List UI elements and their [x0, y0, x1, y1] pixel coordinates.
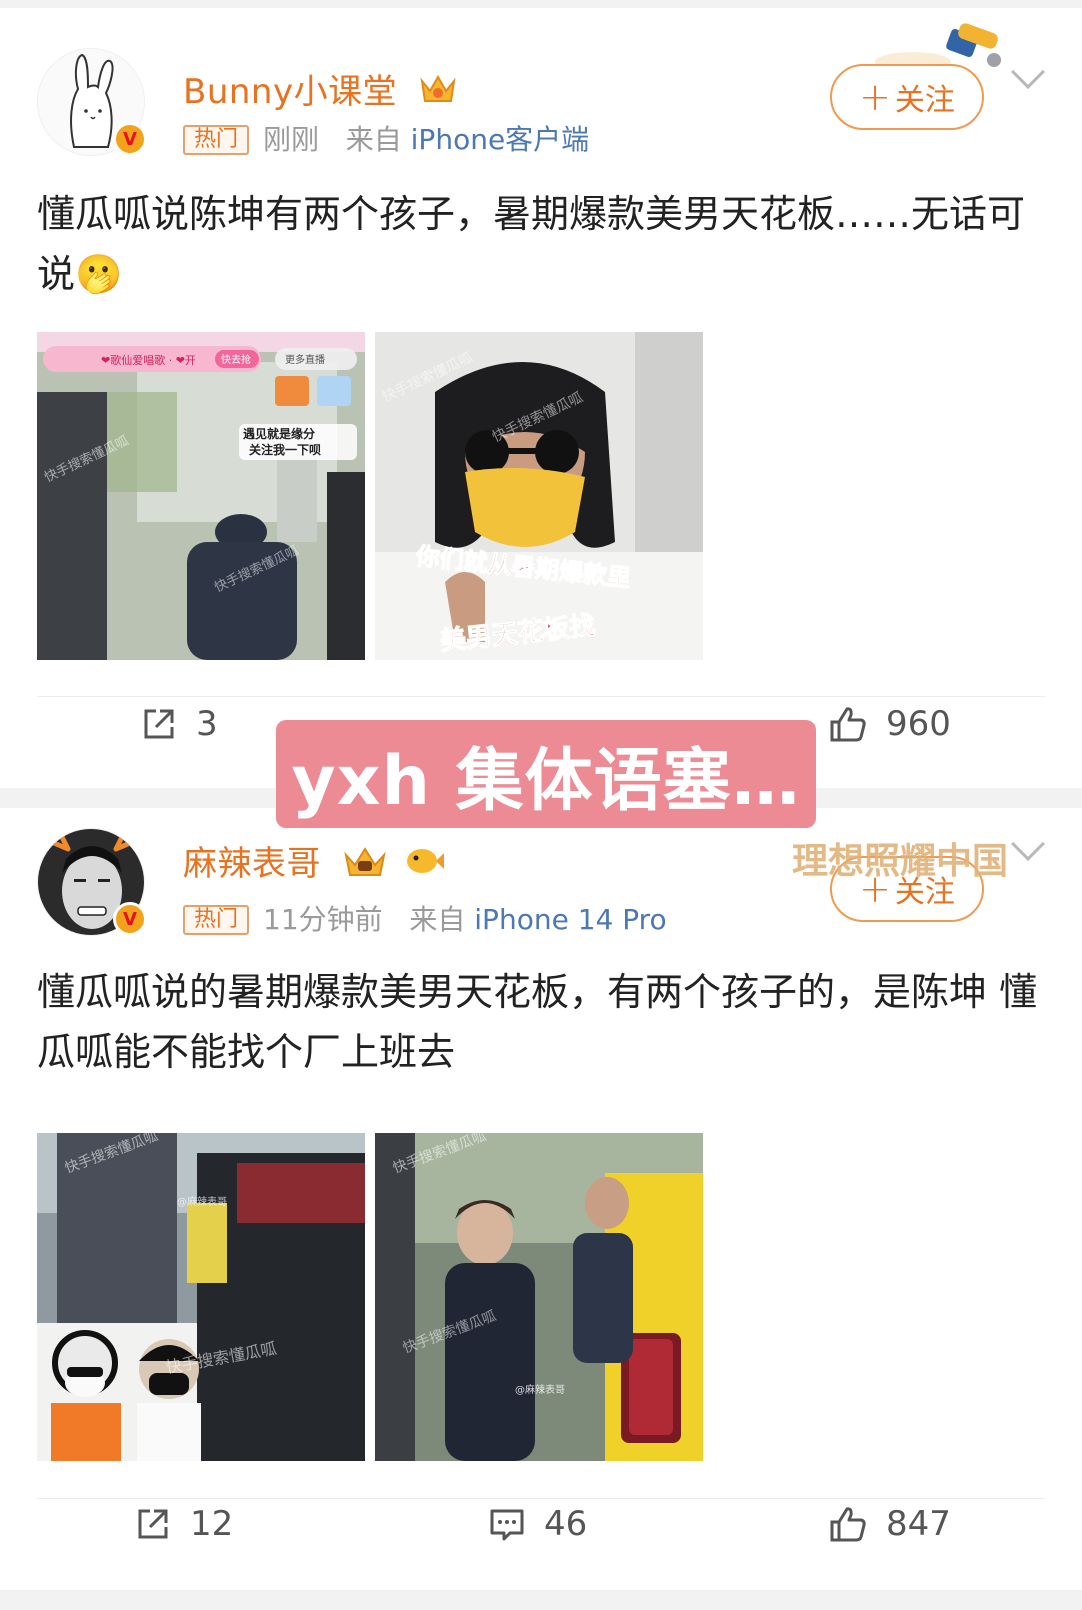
share-icon	[138, 1509, 168, 1539]
post-image[interactable]: ❤歌仙爱唱歌 · ❤开 快去抢 更多直播 遇见就是缘分 关注我一下呗 快手搜索懂…	[37, 332, 365, 660]
svg-text:更多直播: 更多直播	[285, 353, 325, 366]
source-prefix: 来自	[345, 123, 402, 156]
repost-count: 3	[196, 704, 218, 744]
post-text: 懂瓜呱说陈坤有两个孩子，暑期爆款美男天花板……无话可说🫢	[37, 192, 1026, 296]
verified-badge-icon: V	[113, 902, 147, 936]
like-button[interactable]: 960	[828, 704, 951, 744]
username-text[interactable]: 麻辣表哥	[183, 844, 321, 884]
username[interactable]: 麻辣表哥	[183, 836, 444, 888]
crown-badge-icon	[342, 843, 388, 888]
post-time: 刚刚	[263, 123, 320, 156]
comment-icon	[490, 1509, 524, 1541]
post-meta: 热门 刚刚 来自 iPhone客户端	[183, 118, 589, 158]
username-text[interactable]: Bunny小课堂	[183, 72, 397, 112]
source-link[interactable]: iPhone客户端	[411, 123, 590, 156]
repost-count: 12	[190, 1504, 234, 1544]
post-image[interactable]: 快手搜索懂瓜呱 快手搜索懂瓜呱 @麻辣表哥	[375, 1133, 703, 1461]
post-image[interactable]: 快手搜索懂瓜呱 快手搜索懂瓜呱 @麻辣表哥	[37, 1133, 365, 1461]
post-card: V Bunny小课堂 热门 刚刚 来自 iPhone客户端 + 关注 懂瓜呱说陈坤…	[0, 8, 1082, 788]
username[interactable]: Bunny小课堂	[183, 64, 458, 116]
watermark-text: 理想照耀中国	[792, 840, 1009, 882]
like-count: 960	[886, 704, 951, 744]
source-prefix: 来自	[409, 903, 466, 936]
chevron-down-icon[interactable]	[1011, 827, 1045, 861]
svg-text:遇见就是缘分: 遇见就是缘分	[243, 426, 315, 441]
post-meta: 热门 11分钟前 来自 iPhone 14 Pro	[183, 898, 667, 938]
post-time: 11分钟前	[263, 903, 383, 936]
divider	[37, 1498, 1045, 1499]
thumbs-up-icon	[830, 707, 866, 742]
like-count: 847	[886, 1504, 951, 1544]
follow-label: 关注	[894, 83, 955, 118]
svg-text:快去抢: 快去抢	[221, 353, 251, 366]
post-card: V 麻辣表哥 热门 11分钟前 来自 iPhone 14 Pro + 关注 懂瓜呱…	[0, 808, 1082, 1590]
svg-text:关注我一下呗: 关注我一下呗	[249, 442, 321, 457]
svg-text:@麻辣表哥: @麻辣表哥	[177, 1195, 227, 1208]
chevron-down-icon[interactable]	[1011, 55, 1045, 89]
plus-icon: +	[859, 75, 891, 119]
overlay-caption-banner: yxh 集体语塞…	[276, 720, 816, 828]
hot-tag: 热门	[183, 125, 250, 155]
follow-button[interactable]: + 关注	[830, 64, 984, 130]
divider	[37, 696, 1045, 697]
svg-text:@麻辣表哥: @麻辣表哥	[515, 1383, 565, 1396]
avatar[interactable]: V	[37, 828, 147, 936]
crown-badge-icon	[418, 71, 458, 116]
fish-badge-icon	[404, 844, 444, 887]
hot-tag: 热门	[183, 905, 250, 935]
svg-text:❤歌仙爱唱歌 · ❤开: ❤歌仙爱唱歌 · ❤开	[101, 353, 196, 367]
comment-button[interactable]: 46	[488, 1504, 587, 1544]
repost-button[interactable]: 3	[140, 704, 218, 744]
thumbs-up-icon	[830, 1507, 866, 1542]
comment-count: 46	[544, 1504, 588, 1544]
post-image[interactable]: 你们就从暑期爆款里 美男天花板找 快手搜索懂瓜呱 快手搜索懂瓜呱	[375, 332, 703, 660]
repost-button[interactable]: 12	[134, 1504, 233, 1544]
like-button[interactable]: 847	[828, 1504, 951, 1544]
share-icon	[144, 709, 174, 739]
verified-badge-icon: V	[113, 122, 147, 156]
post-text: 懂瓜呱说的暑期爆款美男天花板，有两个孩子的，是陈坤 懂瓜呱能不能找个厂上班去	[37, 970, 1038, 1074]
avatar[interactable]: V	[37, 48, 147, 156]
source-link[interactable]: iPhone 14 Pro	[474, 903, 666, 936]
